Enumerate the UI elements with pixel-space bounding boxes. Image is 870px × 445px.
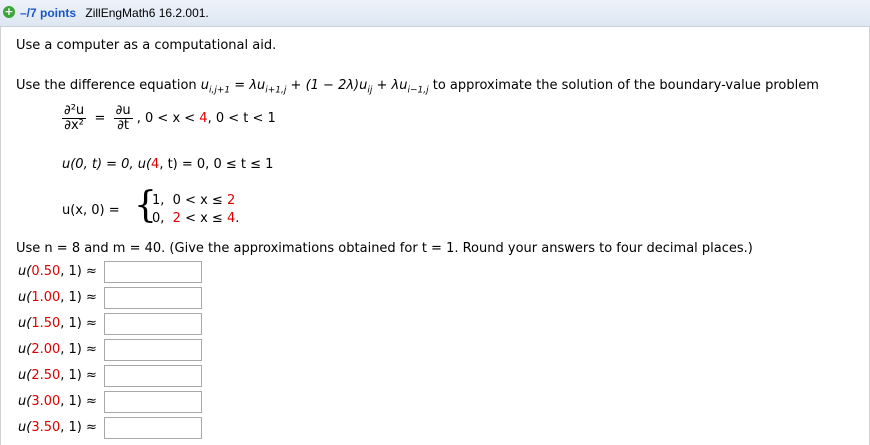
answer-suffix: , 1) ≈ bbox=[60, 368, 97, 383]
intro-text: Use a computer as a computational aid. bbox=[16, 38, 277, 53]
ic-case2-val: 0, bbox=[152, 211, 165, 226]
pde-equation: ∂²u ∂x² = ∂u ∂t , 0 < x < 4, 0 < t < 1 bbox=[62, 103, 276, 133]
pde-lhs-num: ∂²u bbox=[62, 103, 87, 119]
question-header: + –/7 points ZillEngMath6 16.2.001. bbox=[0, 0, 870, 27]
bc-right-prefix: u( bbox=[137, 157, 152, 172]
answer-prefix: u( bbox=[18, 264, 32, 279]
answer-prefix: u( bbox=[18, 290, 32, 305]
ic-case1-cond: 0 < x ≤ bbox=[172, 193, 227, 208]
answer-input[interactable] bbox=[104, 339, 202, 361]
answer-input[interactable] bbox=[104, 365, 202, 387]
problem-tail: to approximate the solution of the bound… bbox=[432, 78, 819, 93]
answer-prefix: u( bbox=[18, 394, 32, 409]
pde-rhs-fraction: ∂u ∂t bbox=[113, 103, 133, 133]
ic-case2-dot: . bbox=[235, 211, 240, 226]
answer-prefix: u( bbox=[18, 342, 32, 357]
ic-case2: 0, 2 < x ≤ 4. bbox=[152, 211, 239, 226]
problem-statement: Use the difference equation ui,j+1 = λui… bbox=[16, 78, 819, 96]
bc-right-suffix: , t) = 0, 0 ≤ t ≤ 1 bbox=[159, 157, 274, 172]
boundary-conditions: u(0, t) = 0, u(4, t) = 0, 0 ≤ t ≤ 1 bbox=[62, 157, 273, 172]
answer-x-value: 3.50 bbox=[31, 420, 61, 435]
answer-label: u(3.50, 1) ≈ bbox=[18, 420, 97, 435]
answer-suffix: , 1) ≈ bbox=[60, 264, 97, 279]
answer-x-value: 1.50 bbox=[31, 316, 61, 331]
difference-equation: ui,j+1 = λui+1,j + (1 − 2λ)uij + λui−1,j bbox=[200, 78, 429, 96]
answer-suffix: , 1) ≈ bbox=[60, 342, 97, 357]
pde-domain-suffix: , 0 < t < 1 bbox=[207, 111, 276, 126]
ic-case1-val: 1, bbox=[152, 193, 165, 208]
instructions: Use n = 8 and m = 40. (Give the approxim… bbox=[16, 241, 753, 256]
ic-lhs: u(x, 0) = bbox=[62, 203, 120, 218]
answer-prefix: u( bbox=[18, 316, 32, 331]
answer-suffix: , 1) ≈ bbox=[60, 316, 97, 331]
answer-input[interactable] bbox=[104, 417, 202, 439]
answer-label: u(2.00, 1) ≈ bbox=[18, 342, 97, 357]
answer-label: u(1.50, 1) ≈ bbox=[18, 316, 97, 331]
answer-input[interactable] bbox=[104, 261, 202, 283]
expand-plus-icon[interactable]: + bbox=[3, 6, 15, 18]
bc-left: u(0, t) = 0, bbox=[62, 157, 134, 172]
answer-x-value: 0.50 bbox=[31, 264, 61, 279]
pde-x-upper: 4 bbox=[199, 111, 208, 126]
pde-rhs-num: ∂u bbox=[113, 103, 133, 119]
problem-lead: Use the difference equation bbox=[16, 78, 197, 93]
answer-prefix: u( bbox=[18, 368, 32, 383]
pde-rhs-den: ∂t bbox=[117, 118, 130, 133]
answer-input[interactable] bbox=[104, 313, 202, 335]
answer-label: u(3.00, 1) ≈ bbox=[18, 394, 97, 409]
answer-input[interactable] bbox=[104, 391, 202, 413]
assignment-label: ZillEngMath6 16.2.001. bbox=[85, 6, 209, 20]
ic-case2-lower: 2 bbox=[172, 211, 181, 226]
ic-case1: 1, 0 < x ≤ 2 bbox=[152, 193, 235, 208]
answer-x-value: 1.00 bbox=[31, 290, 61, 305]
ic-case1-cond-red: 2 bbox=[226, 193, 236, 208]
pde-lhs-fraction: ∂²u ∂x² bbox=[62, 103, 87, 133]
answer-suffix: , 1) ≈ bbox=[60, 420, 97, 435]
ic-case2-upper: 4 bbox=[226, 211, 236, 226]
pde-lhs-den: ∂x² bbox=[64, 118, 84, 133]
answer-input[interactable] bbox=[104, 287, 202, 309]
points-label: –/7 points bbox=[20, 6, 77, 20]
answer-label: u(1.00, 1) ≈ bbox=[18, 290, 97, 305]
pde-domain-prefix: , 0 < x < bbox=[136, 111, 200, 126]
answer-suffix: , 1) ≈ bbox=[60, 394, 97, 409]
header-text: –/7 points ZillEngMath6 16.2.001. bbox=[20, 6, 209, 20]
answer-x-value: 3.00 bbox=[31, 394, 61, 409]
answer-prefix: u( bbox=[18, 420, 32, 435]
answer-suffix: , 1) ≈ bbox=[60, 290, 97, 305]
ic-case2-mid: < x ≤ bbox=[180, 211, 227, 226]
answer-label: u(0.50, 1) ≈ bbox=[18, 264, 97, 279]
answer-label: u(2.50, 1) ≈ bbox=[18, 368, 97, 383]
answer-x-value: 2.00 bbox=[31, 342, 61, 357]
answer-x-value: 2.50 bbox=[31, 368, 61, 383]
